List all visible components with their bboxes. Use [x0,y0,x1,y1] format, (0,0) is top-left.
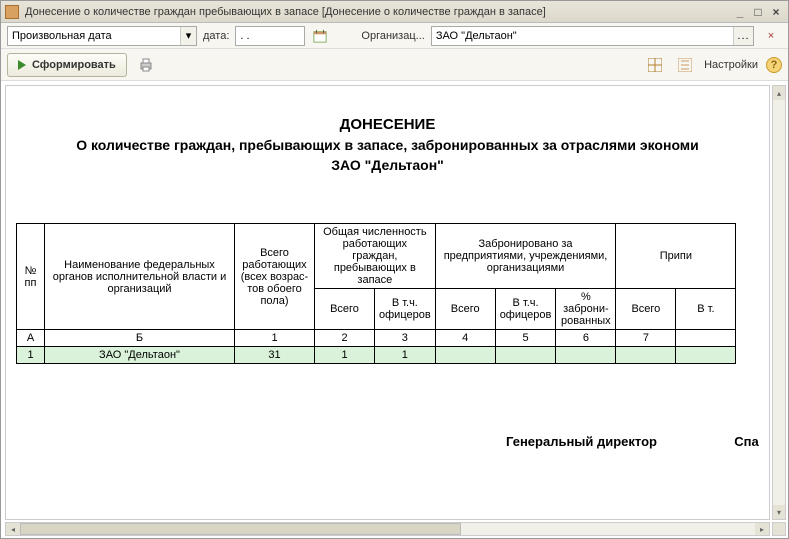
window-title: Донесение о количестве граждан пребывающ… [25,6,730,18]
report-org-line: ЗАО "Дельтаон" [16,157,759,173]
th-n5: 5 [495,330,556,347]
cell-c7 [616,347,676,364]
cell-c4 [435,347,495,364]
th-n3: 3 [375,330,436,347]
chevron-down-icon[interactable]: ▾ [180,27,196,45]
cell-c8 [676,347,736,364]
th-group-attached: Припи [616,224,736,289]
signature-title: Генеральный директор [506,434,657,449]
scroll-down-icon[interactable]: ▾ [773,505,785,519]
scroll-track-h[interactable] [20,523,755,535]
th-letter-b: Б [45,330,235,347]
period-combo[interactable]: Произвольная дата ▾ [7,26,197,46]
signature-name: Спа [734,434,758,449]
horizontal-scrollbar[interactable]: ◂ ▸ [5,522,770,536]
th-reserve-total: Всего [315,289,375,330]
minimize-button[interactable]: _ [732,5,748,19]
th-booked-percent: % заброни- рованных [556,289,616,330]
form-button-label: Сформировать [32,59,116,71]
th-n2: 2 [315,330,375,347]
clear-icon[interactable]: × [760,25,782,47]
report-title: ДОНЕСЕНИЕ [16,116,759,133]
th-total-workers: Всего работающих (всех возрас- тов обоег… [235,224,315,330]
grid-icon[interactable] [644,54,666,76]
settings-icon[interactable] [674,54,696,76]
cell-c2: 1 [315,347,375,364]
scroll-left-icon[interactable]: ◂ [6,523,20,535]
cell-name: ЗАО "Дельтаон" [45,347,235,364]
date-input[interactable]: . . [235,26,305,46]
parameters-toolbar: Произвольная дата ▾ дата: . . Организац.… [1,23,788,49]
maximize-button[interactable]: □ [750,5,766,19]
help-icon[interactable]: ? [766,57,782,73]
th-n8 [676,330,736,347]
th-reserve-officers: В т.ч. офицеров [375,289,436,330]
scroll-right-icon[interactable]: ▸ [755,523,769,535]
organization-field[interactable]: ЗАО "Дельтаон" ... [431,26,754,46]
scroll-corner [772,522,786,536]
report-subtitle: О количестве граждан, пребывающих в запа… [16,137,759,153]
calendar-icon[interactable] [311,26,329,46]
scroll-track-v[interactable] [773,100,785,505]
th-n4: 4 [435,330,495,347]
date-value: . . [240,30,249,42]
th-name: Наименование федеральных органов исполни… [45,224,235,330]
th-group-reserve: Общая численность работающих граждан, пр… [315,224,436,289]
cell-c3: 1 [375,347,436,364]
report-table: № пп Наименование федеральных органов ис… [16,223,736,364]
th-letter-a: А [17,330,45,347]
cell-c6 [556,347,616,364]
table-row[interactable]: 1 ЗАО "Дельтаон" 31 1 1 [17,347,736,364]
th-booked-total: Всего [435,289,495,330]
settings-label[interactable]: Настройки [704,59,758,71]
ellipsis-icon[interactable]: ... [733,27,753,45]
scroll-thumb-h[interactable] [20,523,461,535]
organization-value: ЗАО "Дельтаон" [432,30,733,42]
th-attached-total: Всего [616,289,676,330]
cell-num: 1 [17,347,45,364]
signature-line: Генеральный директор Спа [16,434,759,449]
play-icon [18,60,26,70]
th-booked-officers: В т.ч. офицеров [495,289,556,330]
report-area: ДОНЕСЕНИЕ О количестве граждан, пребываю… [1,81,788,538]
org-label: Организац... [361,30,424,42]
action-toolbar: Сформировать Настройки ? [1,49,788,81]
th-attached-officers: В т. [676,289,736,330]
th-group-booked: Забронировано за предприятиями, учрежден… [435,224,616,289]
th-n7: 7 [616,330,676,347]
cell-c5 [495,347,556,364]
print-icon[interactable] [135,54,157,76]
th-n6: 6 [556,330,616,347]
app-icon [5,5,19,19]
report-content: ДОНЕСЕНИЕ О количестве граждан, пребываю… [5,85,770,520]
form-button[interactable]: Сформировать [7,53,127,77]
period-combo-text: Произвольная дата [8,30,116,42]
close-button[interactable]: × [768,5,784,19]
th-num: № пп [17,224,45,330]
scroll-up-icon[interactable]: ▴ [773,86,785,100]
date-label: дата: [203,30,229,42]
cell-c1: 31 [235,347,315,364]
vertical-scrollbar[interactable]: ▴ ▾ [772,85,786,520]
titlebar: Донесение о количестве граждан пребывающ… [1,1,788,23]
th-n1: 1 [235,330,315,347]
